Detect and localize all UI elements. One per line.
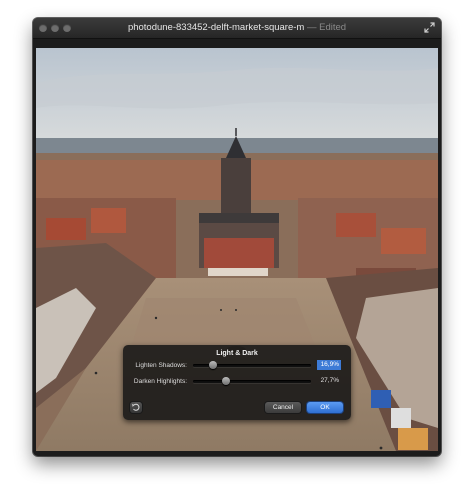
reset-arrow-icon xyxy=(132,403,140,411)
lighten-shadows-slider[interactable] xyxy=(193,361,311,369)
darken-highlights-slider-knob[interactable] xyxy=(221,377,230,385)
file-name: photodune-833452-delft-market-square-m xyxy=(127,22,305,33)
panel-title: Light & Dark xyxy=(216,350,258,357)
darken-highlights-value-field[interactable]: 27,7% xyxy=(317,376,341,386)
lighten-shadows-slider-knob[interactable] xyxy=(208,361,217,369)
darken-highlights-slider[interactable] xyxy=(193,377,311,385)
window-title: photodune-833452-delft-market-square-m —… xyxy=(33,22,441,33)
title-separator: — xyxy=(304,22,320,33)
title-bar[interactable]: photodune-833452-delft-market-square-m —… xyxy=(33,18,441,39)
light-and-dark-panel: Light & Dark Lighten Shadows: 16,9% Dark… xyxy=(123,345,351,420)
darken-highlights-label: Darken Highlights: xyxy=(133,378,187,385)
fullscreen-arrows-icon[interactable] xyxy=(424,22,435,33)
lighten-shadows-value-field[interactable]: 16,9% xyxy=(317,360,341,370)
reset-button[interactable] xyxy=(130,402,142,413)
lighten-shadows-label: Lighten Shadows: xyxy=(135,362,187,369)
edited-status: Edited xyxy=(319,22,347,33)
ok-button[interactable]: OK xyxy=(307,402,343,413)
cancel-button[interactable]: Cancel xyxy=(265,402,301,413)
